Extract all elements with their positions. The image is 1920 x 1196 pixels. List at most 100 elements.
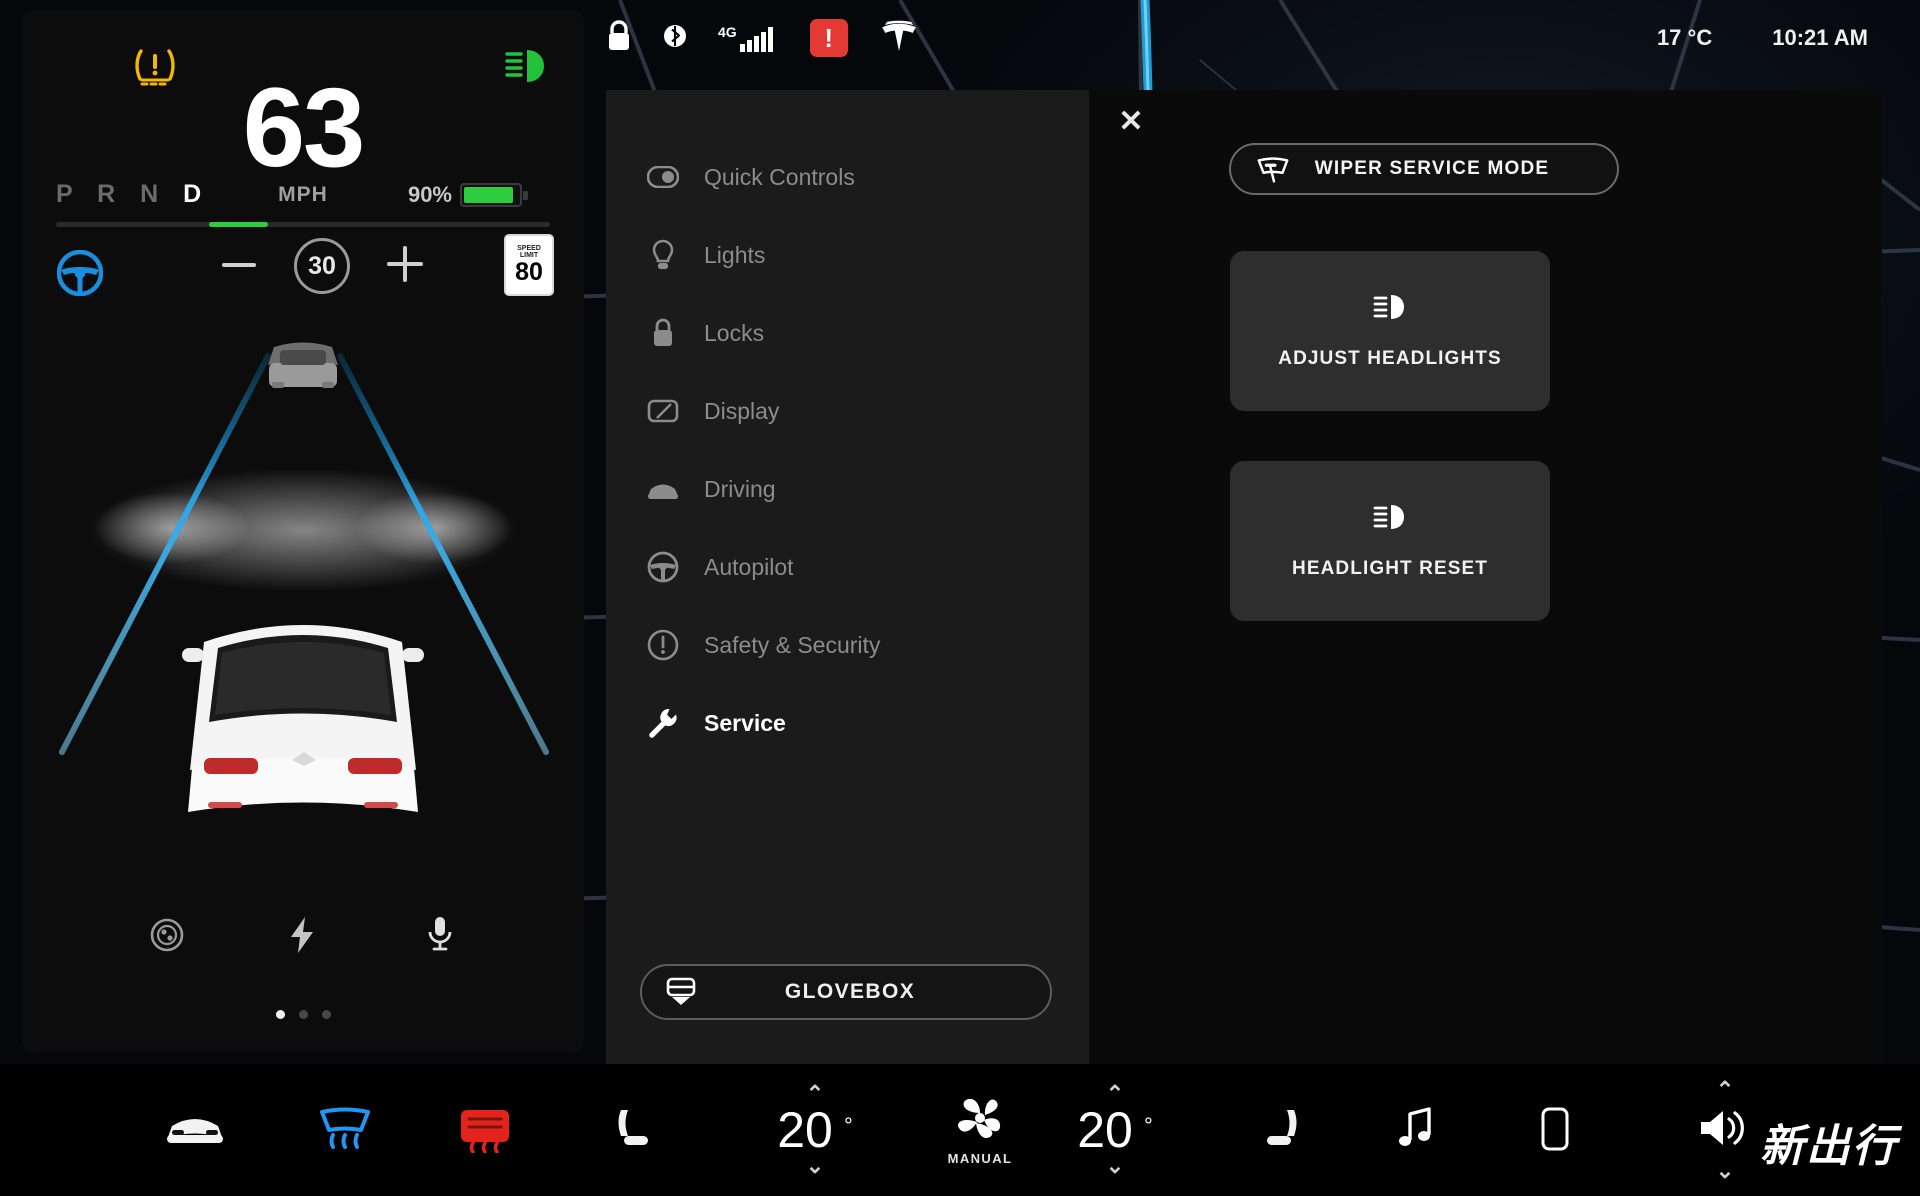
- rear-defrost-button[interactable]: [440, 1064, 530, 1196]
- sidebar-item-quick-controls[interactable]: Quick Controls: [606, 138, 1089, 216]
- status-bar-right: 17 °C 10:21 AM: [1657, 25, 1868, 51]
- steering-wheel-icon[interactable]: [56, 249, 104, 301]
- page-dot[interactable]: [275, 1010, 285, 1019]
- fan-mode-button[interactable]: MANUAL: [925, 1064, 1035, 1196]
- headlight-beam-icon: [1372, 292, 1408, 322]
- energy-bolt-icon[interactable]: [272, 905, 332, 965]
- speed-limit-sign: SPEED LIMIT 80: [504, 234, 554, 296]
- speed-limit-value: 80: [515, 258, 543, 287]
- page-dot[interactable]: [298, 1010, 308, 1019]
- settings-overlay: Quick Controls Lights Locks Display Driv…: [606, 90, 1882, 1064]
- settings-nav-list: Quick Controls Lights Locks Display Driv…: [606, 90, 1089, 1064]
- autopilot-visualization: [22, 320, 584, 840]
- cellular-4g-icon: 4G: [718, 24, 778, 52]
- degree-symbol: °: [844, 1112, 853, 1138]
- glovebox-button-label: GLOVEBOX: [784, 980, 916, 1003]
- climate-bar: ⌃ 20 ° ⌄ MANUAL ⌃ 20 ° ⌄ ⌃ ⌄ 新出行: [0, 1064, 1920, 1196]
- padlock-icon: [646, 316, 680, 350]
- glovebox-drawer-icon: [664, 975, 698, 1009]
- microphone-icon[interactable]: [410, 905, 470, 965]
- service-panel: ✕ WIPER SERVICE MODE ADJUST HEADLIGHTS H…: [1089, 90, 1882, 1064]
- close-icon[interactable]: ✕: [1109, 100, 1153, 144]
- bluetooth-icon[interactable]: [664, 20, 686, 57]
- sidebar-item-service[interactable]: Service: [606, 684, 1089, 762]
- car-front-icon: [646, 472, 680, 506]
- chevron-down-icon[interactable]: ⌄: [1106, 1155, 1124, 1177]
- outside-temperature: 17 °C: [1656, 25, 1713, 50]
- watermark: 新出行: [1760, 1121, 1898, 1172]
- battery-fill: [464, 187, 513, 203]
- chevron-up-icon[interactable]: ⌃: [1716, 1078, 1734, 1100]
- status-bar-left-icons: 4G !: [606, 19, 918, 57]
- headlight-reset-label: HEADLIGHT RESET: [1292, 558, 1488, 579]
- cruise-set-speed-value: 30: [308, 251, 336, 280]
- driver-seat-heater-button[interactable]: [590, 1064, 680, 1196]
- driver-temperature-value: 20 °: [777, 1101, 853, 1158]
- sidebar-item-driving[interactable]: Driving: [606, 450, 1089, 528]
- car-button[interactable]: [150, 1064, 240, 1196]
- trip-progress-bar: [56, 222, 550, 227]
- speaker-volume-icon[interactable]: [1697, 1106, 1753, 1155]
- increase-speed-button[interactable]: [387, 246, 423, 282]
- display-screen-icon: [646, 394, 680, 428]
- sidebar-item-label: Safety & Security: [704, 631, 881, 658]
- sidebar-item-label: Quick Controls: [704, 163, 855, 190]
- exclamation-circle-icon: [646, 628, 680, 662]
- sidebar-item-label: Locks: [704, 319, 765, 346]
- dash-page-indicator: [22, 1010, 584, 1019]
- sidebar-item-label: Lights: [704, 241, 766, 268]
- trip-progress-segment: [209, 222, 269, 227]
- cruise-control-row: 30 SPEED LIMIT 80: [22, 234, 584, 308]
- cruise-set-speed[interactable]: 30: [294, 238, 350, 294]
- tesla-logo-icon[interactable]: [880, 20, 918, 57]
- wrench-icon: [646, 706, 680, 740]
- fan-mode-label: MANUAL: [947, 1151, 1013, 1166]
- lead-vehicle-icon: [268, 342, 338, 388]
- sidebar-item-label: Service: [704, 709, 786, 736]
- toggle-switch-icon: [646, 160, 680, 194]
- media-button[interactable]: [1370, 1064, 1460, 1196]
- passenger-seat-heater-button[interactable]: [1235, 1064, 1325, 1196]
- wiper-service-mode-button[interactable]: WIPER SERVICE MODE: [1229, 143, 1619, 195]
- tesla-touchscreen: xy CH HE DD ▲ 4G: [0, 0, 1920, 1196]
- speed-limit-line1: SPEED: [517, 244, 541, 252]
- headlight-beam-icon: [1372, 502, 1408, 532]
- passenger-temperature-stepper[interactable]: ⌃ 20 ° ⌄: [1040, 1064, 1190, 1196]
- status-bar: 4G ! 17 °C 10:21 AM: [584, 0, 1920, 76]
- trip-odometer-icon[interactable]: [137, 905, 197, 965]
- page-dot[interactable]: [321, 1010, 331, 1019]
- sidebar-item-label: Display: [704, 397, 780, 424]
- alert-icon[interactable]: !: [809, 19, 848, 57]
- passenger-temperature-value: 20 °: [1077, 1101, 1153, 1158]
- phone-button[interactable]: [1510, 1064, 1600, 1196]
- battery-gauge: [460, 183, 522, 207]
- degree-symbol: °: [1144, 1112, 1153, 1138]
- current-speed: 63: [242, 65, 366, 190]
- chevron-down-icon[interactable]: ⌄: [806, 1155, 824, 1177]
- adjust-headlights-card[interactable]: ADJUST HEADLIGHTS: [1230, 251, 1550, 411]
- ego-vehicle-icon: [182, 625, 424, 812]
- adjust-headlights-label: ADJUST HEADLIGHTS: [1278, 348, 1502, 369]
- driver-dashboard: 63 P R N D MPH 90% 30 SPEED LIMIT 80: [22, 10, 584, 1053]
- front-defrost-button[interactable]: [300, 1064, 390, 1196]
- sidebar-item-display[interactable]: Display: [606, 372, 1089, 450]
- dash-quick-icons: [22, 905, 584, 965]
- battery-percent: 90%: [407, 182, 452, 207]
- sidebar-item-label: Driving: [704, 475, 776, 502]
- lock-icon[interactable]: [606, 19, 632, 57]
- headlight-reset-card[interactable]: HEADLIGHT RESET: [1230, 461, 1550, 621]
- sidebar-item-lights[interactable]: Lights: [606, 216, 1089, 294]
- glovebox-button[interactable]: GLOVEBOX: [640, 964, 1052, 1020]
- clock: 10:21 AM: [1772, 25, 1868, 50]
- driver-temperature-stepper[interactable]: ⌃ 20 ° ⌄: [740, 1064, 890, 1196]
- decrease-speed-button[interactable]: [222, 263, 256, 267]
- sidebar-item-safety-security[interactable]: Safety & Security: [606, 606, 1089, 684]
- wiper-service-mode-label: WIPER SERVICE MODE: [1314, 158, 1550, 179]
- top-area: xy CH HE DD ▲ 4G: [0, 0, 1920, 1064]
- windshield-wiper-icon: [1255, 154, 1291, 184]
- alert-glyph: !: [824, 23, 834, 53]
- chevron-down-icon[interactable]: ⌄: [1716, 1159, 1734, 1181]
- sidebar-item-locks[interactable]: Locks: [606, 294, 1089, 372]
- steering-wheel-icon: [646, 550, 680, 584]
- sidebar-item-autopilot[interactable]: Autopilot: [606, 528, 1089, 606]
